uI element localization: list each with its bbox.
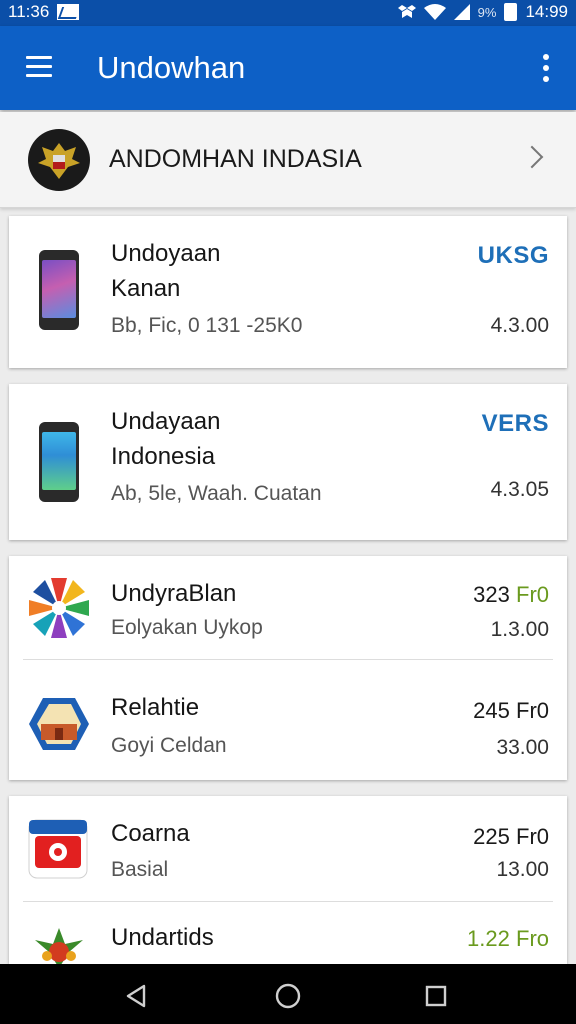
list-item[interactable]: Relahtie Goyi Celdan 245 Fr0 33.00 [9,660,567,780]
item-subtitle: Goyi Celdan [111,734,227,757]
garuda-emblem-icon [28,129,90,191]
colorful-pinwheel-icon [29,578,89,638]
item-title-line1: Undayaan [111,408,221,435]
status-time-left: 11:36 [8,2,50,21]
flower-decoration-icon [35,928,83,964]
battery-percent: 9% [477,4,497,20]
item-price: 323 Fr0 [473,582,549,607]
system-navigation-bar [0,964,576,1024]
header-card[interactable]: ANDOMHAN INDASIA [0,112,576,208]
item-badge: VERS [481,410,549,437]
item-version: 4.3.05 [490,478,549,501]
item-version: 13.00 [496,858,549,881]
status-bar: 11:36 9% 14:99 [0,0,576,26]
item-subtitle: Ab, 5le, Waah. Cuatan [111,482,322,505]
list-item[interactable]: Undartids 1.22 Fro [9,902,567,964]
item-title-line1: Undoyaan [111,240,221,267]
mail-notification-icon [57,4,80,20]
smartphone-icon [39,250,79,330]
overflow-menu-icon[interactable] [542,54,550,82]
battery-icon [504,3,518,21]
item-title: Relahtie [111,694,200,721]
wifi-icon [423,4,446,20]
house-scene-icon [29,698,89,750]
chevron-right-icon[interactable] [520,145,544,169]
list-card-3: UndyraBlan Eolyakan Uykop 323 Fr0 1.3.00… [9,556,567,780]
item-version: 33.00 [496,736,549,759]
item-price: 225 Fr0 [473,824,549,849]
item-version: 1.3.00 [490,618,549,641]
item-title-line2: Indonesia [111,443,216,470]
item-subtitle: Bb, Fic, 0 131 -25K0 [111,314,303,337]
hamburger-menu-icon[interactable] [26,56,52,78]
item-subtitle: Basial [111,858,169,881]
list-card-2[interactable]: Undayaan Indonesia Ab, 5le, Waah. Cuatan… [9,384,567,540]
list-card-4: Coarna Basial 225 Fr0 13.00 Undartids 1.… [9,796,567,964]
item-badge: UKSG [477,242,549,269]
item-price: 245 Fr0 [473,698,549,723]
item-title: Undartids [111,924,214,951]
back-icon[interactable] [124,984,148,1008]
list-item[interactable]: Coarna Basial 225 Fr0 13.00 [9,796,567,902]
app-title: Undowhan [97,50,246,85]
item-subtitle: Eolyakan Uykop [111,616,263,639]
list-item[interactable]: UndyraBlan Eolyakan Uykop 323 Fr0 1.3.00 [9,556,567,660]
app-bar: Undowhan [0,26,576,110]
red-tv-app-icon [28,819,88,879]
item-title: UndyraBlan [111,580,237,607]
home-icon[interactable] [274,982,302,1010]
signal-icon [453,4,470,20]
smartphone-icon [39,422,79,502]
header-title: ANDOMHAN INDASIA [109,145,362,173]
recent-apps-icon[interactable] [424,984,448,1008]
item-title-line2: Kanan [111,275,181,302]
item-version: 4.3.00 [490,314,549,337]
status-time-right: 14:99 [525,2,568,21]
dropbox-icon [397,5,416,18]
item-title: Coarna [111,820,190,847]
list-card-1[interactable]: Undoyaan Kanan Bb, Fic, 0 131 -25K0 UKSG… [9,216,567,368]
item-price: 1.22 Fro [467,926,549,951]
